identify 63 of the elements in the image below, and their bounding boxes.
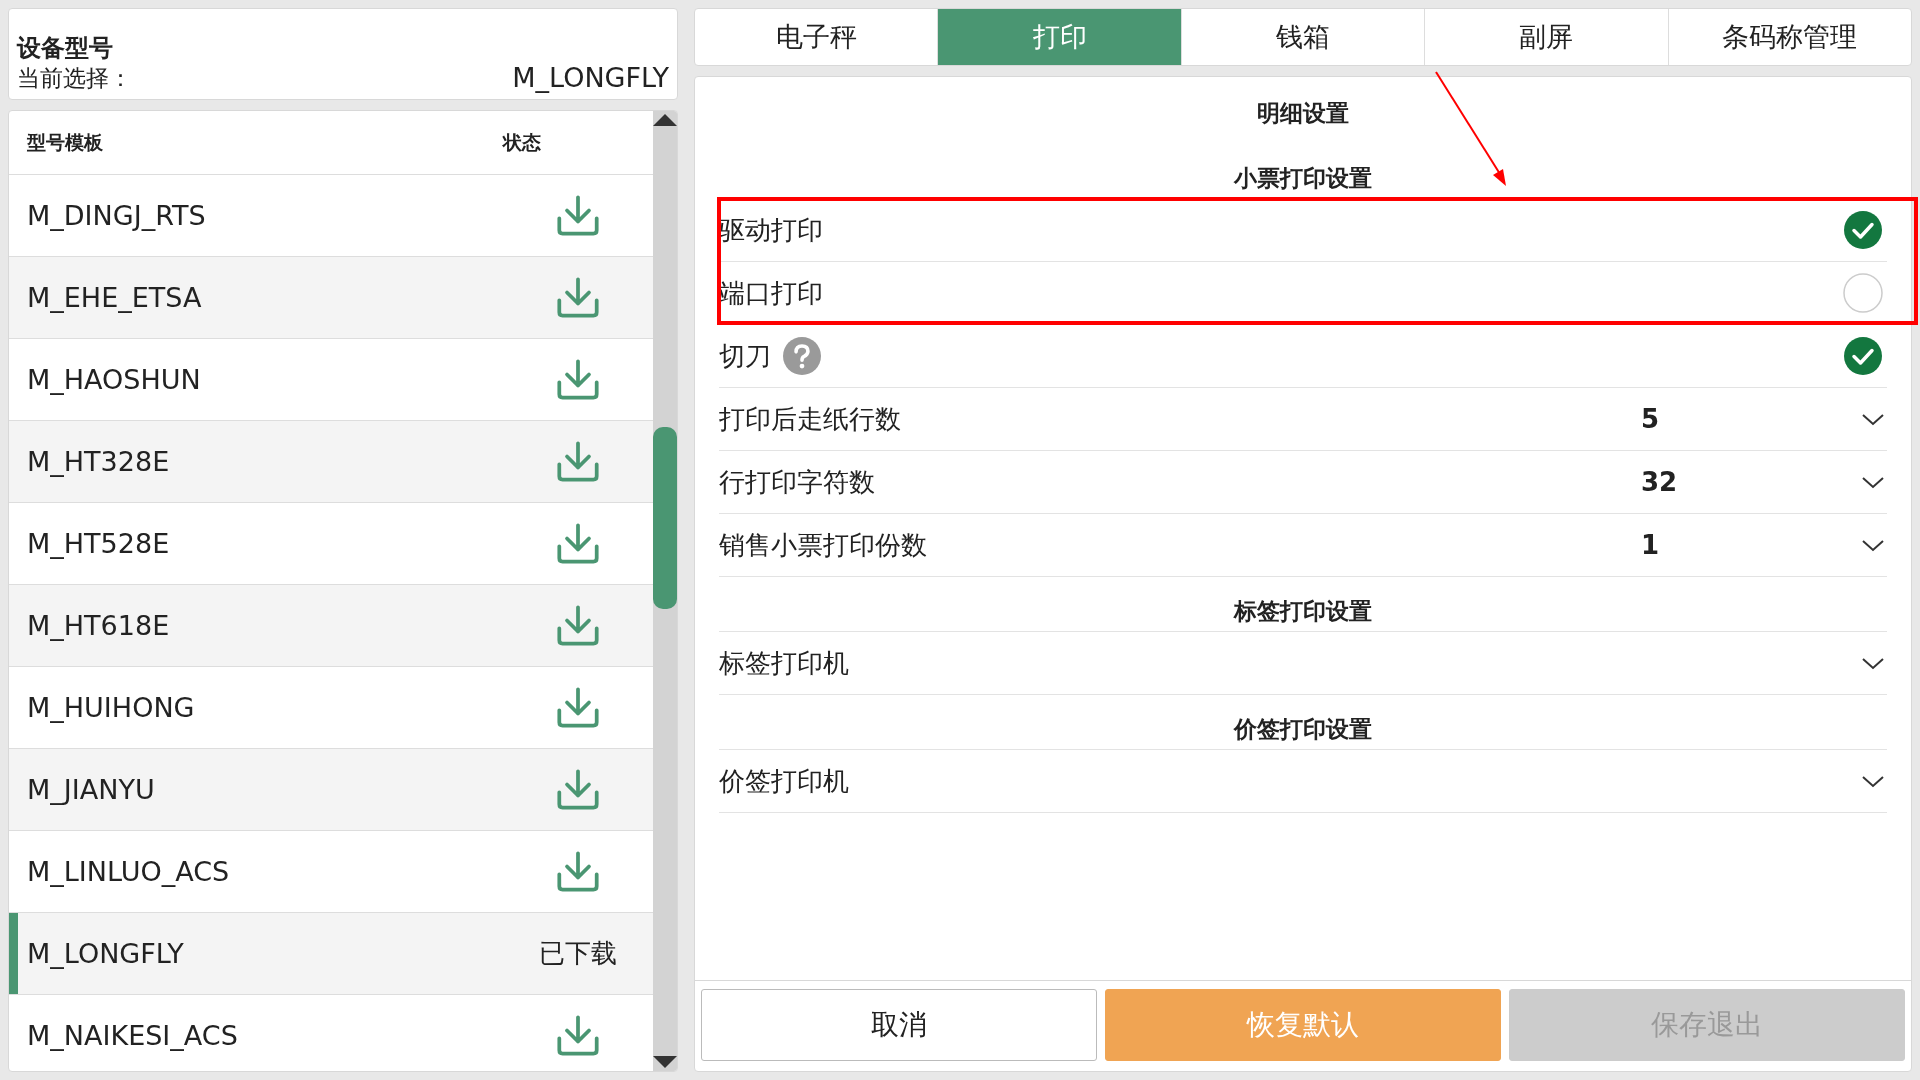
model-name: M_HUIHONG [26,692,196,723]
download-icon[interactable] [556,1014,600,1057]
scrollbar[interactable] [653,111,677,1071]
scroll-up-icon[interactable] [653,111,677,127]
dropdown-value[interactable]: 32 [1641,467,1861,497]
current-selection-label: 当前选择： [17,64,132,93]
checked-circle-icon[interactable] [1843,210,1883,250]
tab[interactable]: 副屏 [1424,9,1668,65]
chevron-down-icon[interactable] [1861,538,1885,552]
chevron-down-icon[interactable] [1861,774,1885,788]
model-name: M_HT618E [26,610,171,641]
dropdown-value[interactable]: 1 [1641,530,1861,560]
tab[interactable]: 条码称管理 [1667,9,1911,65]
tab[interactable]: 钱箱 [1180,9,1425,65]
model-row[interactable]: M_HT328E [9,421,653,503]
model-name: M_DINGJ_RTS [26,200,207,231]
setting-label: 端口打印 [719,276,823,310]
download-icon[interactable] [556,440,600,483]
scrollbar-thumb[interactable] [653,427,677,609]
model-name: M_LINLUO_ACS [26,856,231,887]
checked-circle-icon[interactable] [1843,336,1883,376]
setting-label: 打印后走纸行数 [719,402,901,436]
model-name: M_JIANYU [26,774,156,805]
setting-label: 行打印字符数 [719,465,875,499]
model-name: M_NAIKESI_ACS [26,1020,239,1051]
model-name: M_LONGFLY [26,938,185,969]
settings-title: 明细设置 [1256,99,1350,128]
setting-label: 驱动打印 [719,213,823,247]
model-name: M_HAOSHUN [26,364,202,395]
download-icon[interactable] [556,686,600,729]
setting-label: 标签打印机 [719,646,849,680]
model-name: M_EHE_ETSA [26,282,203,313]
action-button[interactable]: 取消 [701,989,1097,1061]
setting-label: 切刀 [719,339,771,373]
model-row[interactable]: M_LONGFLY 已下载 [9,913,653,995]
model-row[interactable]: M_HT618E [9,585,653,667]
model-row[interactable]: M_EHE_ETSA [9,257,653,339]
download-icon[interactable] [556,358,600,401]
download-icon[interactable] [556,522,600,565]
setting-label: 价签打印机 [719,764,849,798]
model-name: M_HT328E [26,446,171,477]
download-icon[interactable] [556,194,600,237]
download-icon[interactable] [556,276,600,319]
model-name: M_HT528E [26,528,171,559]
setting-label: 销售小票打印份数 [719,528,927,562]
chevron-down-icon[interactable] [1861,656,1885,670]
status-text: 已下载 [539,937,617,970]
section-title: 标签打印设置 [719,577,1887,632]
download-icon[interactable] [556,604,600,647]
model-row[interactable]: M_JIANYU [9,749,653,831]
download-icon[interactable] [556,850,600,893]
device-title: 设备型号 [17,33,114,63]
chevron-down-icon[interactable] [1861,475,1885,489]
tab[interactable]: 电子秤 [695,9,938,65]
scroll-down-icon[interactable] [653,1055,677,1071]
column-header: 状态 [503,129,542,155]
chevron-down-icon[interactable] [1861,412,1885,426]
section-title: 价签打印设置 [719,695,1887,750]
tab[interactable]: 打印 [937,9,1181,65]
download-icon[interactable] [556,768,600,811]
dropdown-value[interactable]: 5 [1641,404,1861,434]
column-header: 型号模板 [26,129,104,155]
current-selection-value: M_LONGFLY [512,63,669,93]
